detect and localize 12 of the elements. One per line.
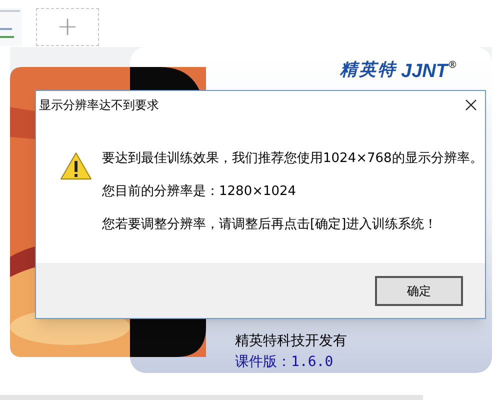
message-text: 您若要调整分辨率，请调整后再点击[确定]进入训练系统！ (102, 216, 438, 233)
dialog-title: 显示分辨率达不到要求 (39, 97, 160, 114)
close-icon[interactable] (465, 99, 477, 111)
version-label: 课件版：1.6.0 (235, 353, 334, 372)
company-name: 精英特科技开发有 (235, 332, 347, 351)
logo-text: JJNT (401, 61, 448, 84)
message-text: 要达到最佳训练效果，我们推荐您使用1024×768的显示分辨率。 (102, 150, 483, 167)
ok-button[interactable]: 确定 (375, 276, 463, 306)
registered-mark: ® (447, 59, 458, 71)
message-text: 您目前的分辨率是：1280×1024 (102, 183, 298, 200)
logo-text: 精英特 (340, 59, 397, 82)
warning-icon (60, 152, 92, 180)
